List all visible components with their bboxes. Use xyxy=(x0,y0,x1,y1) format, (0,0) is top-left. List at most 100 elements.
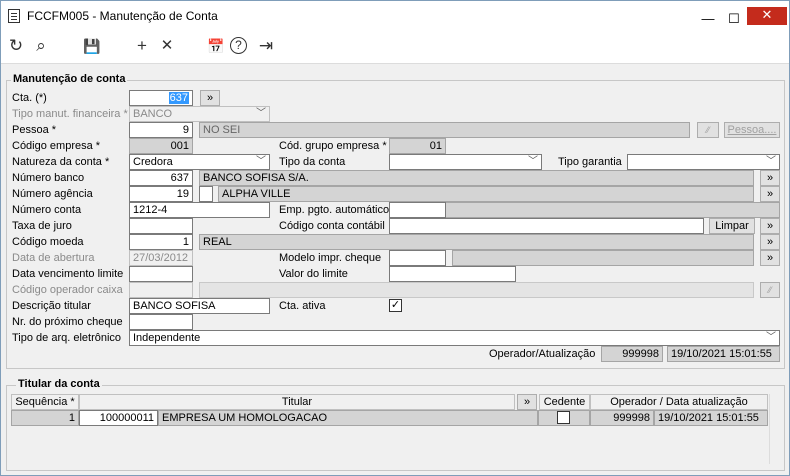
pessoa-button[interactable]: Pessoa.... xyxy=(724,122,780,138)
natureza-value: Credora xyxy=(133,156,173,168)
nr-cheque-input[interactable] xyxy=(129,314,193,330)
cod-operador-label: Código operador caixa xyxy=(12,284,123,296)
chevron-down-icon: ﹀ xyxy=(528,156,538,167)
exit-icon[interactable]: ⇥ xyxy=(255,35,277,57)
tipo-arq-label: Tipo de arq. eletrônico xyxy=(12,332,122,344)
col-titular-header[interactable]: Titular xyxy=(79,394,515,410)
num-agencia-input[interactable]: 19 xyxy=(129,186,193,202)
modelo-cheque-name-field xyxy=(452,250,754,266)
titular-group-title: Titular da conta xyxy=(16,378,102,390)
desc-titular-input[interactable]: BANCO SOFISA xyxy=(129,298,270,314)
num-agencia-name-field: ALPHA VILLE xyxy=(218,186,754,202)
num-agencia-lookup-button[interactable]: » xyxy=(760,186,780,202)
num-agencia-label: Número agência xyxy=(12,188,93,200)
desc-titular-label: Descrição titular xyxy=(12,300,91,312)
refresh-icon[interactable]: ↻ xyxy=(5,35,27,57)
tipo-manut-label: Tipo manut. financeira * xyxy=(12,108,128,120)
window: FCCFM005 - Manutenção de Conta — ☐ ✕ ↻ ⌕… xyxy=(0,0,790,476)
num-conta-label: Número conta xyxy=(12,204,82,216)
cta-input[interactable]: 637 xyxy=(129,90,193,106)
num-banco-input[interactable]: 637 xyxy=(129,170,193,186)
cod-operador-field xyxy=(129,282,193,298)
app-icon xyxy=(8,9,20,23)
col-operador-header[interactable]: Operador / Data atualização xyxy=(590,394,768,410)
pessoa-code-input[interactable]: 9 xyxy=(129,122,193,138)
col-sequencia-header[interactable]: Sequência * xyxy=(11,394,79,410)
num-banco-label: Número banco xyxy=(12,172,85,184)
cod-moeda-name-field: REAL xyxy=(199,234,754,250)
natureza-label: Natureza da conta * xyxy=(12,156,110,168)
modelo-cheque-lookup-button[interactable]: » xyxy=(760,250,780,266)
data-abertura-label: Data de abertura xyxy=(12,252,95,264)
row-cedente-cell xyxy=(538,410,590,426)
maximize-button[interactable]: ☐ xyxy=(719,5,749,34)
emp-pgto-input[interactable] xyxy=(389,202,446,218)
pessoa-label: Pessoa * xyxy=(12,124,57,136)
taxa-juro-input[interactable] xyxy=(129,218,193,234)
limpar-button[interactable]: Limpar xyxy=(709,218,755,234)
operador-field: 999998 xyxy=(601,346,663,362)
chevron-down-icon: ﹀ xyxy=(766,332,776,343)
cod-moeda-label: Código moeda xyxy=(12,236,84,248)
data-abertura-field: 27/03/2012 xyxy=(129,250,193,266)
tipo-manut-select: BANCO ﹀ xyxy=(129,106,270,122)
add-icon[interactable]: + xyxy=(131,35,153,57)
cod-grupo-field: 01 xyxy=(389,138,446,154)
operador-label: Operador/Atualização xyxy=(489,348,596,360)
row-cedente-checkbox[interactable] xyxy=(557,411,570,424)
cta-ativa-checkbox[interactable]: ✓ xyxy=(389,299,402,312)
modelo-cheque-input[interactable] xyxy=(389,250,446,266)
cod-conta-contabil-input[interactable] xyxy=(389,218,704,234)
tipo-conta-select[interactable]: ﹀ xyxy=(389,154,542,170)
save-icon[interactable]: 💾 xyxy=(81,35,103,57)
tipo-arq-value: Independente xyxy=(133,332,201,344)
col-cedente-header[interactable]: Cedente xyxy=(539,394,590,410)
num-conta-input[interactable]: 1212-4 xyxy=(129,202,270,218)
cod-grupo-label: Cód. grupo empresa * xyxy=(279,140,387,152)
emp-pgto-name-field xyxy=(446,202,780,218)
data-venc-label: Data vencimento limite xyxy=(12,268,124,280)
cod-moeda-lookup-button[interactable]: » xyxy=(760,234,780,250)
tipo-arq-select[interactable]: Independente ﹀ xyxy=(129,330,780,346)
nr-cheque-label: Nr. do próximo cheque xyxy=(12,316,123,328)
num-agencia-dv-input[interactable] xyxy=(199,186,213,202)
close-button[interactable]: ✕ xyxy=(747,7,787,25)
cta-value: 637 xyxy=(168,92,189,104)
cta-label: Cta. (*) xyxy=(12,92,47,104)
valor-limite-label: Valor do limite xyxy=(279,268,348,280)
title-bar: FCCFM005 - Manutenção de Conta — ☐ ✕ xyxy=(1,1,789,31)
toolbar: ↻ ⌕ 💾 + ✕ 📅 ? ⇥ xyxy=(1,31,789,63)
cod-moeda-input[interactable]: 1 xyxy=(129,234,193,250)
natureza-select[interactable]: Credora ﹀ xyxy=(129,154,270,170)
cod-empresa-label: Código empresa * xyxy=(12,140,101,152)
titular-scrollbar[interactable] xyxy=(769,394,781,464)
titular-more-button[interactable]: » xyxy=(517,394,537,410)
conta-contabil-lookup-button[interactable]: » xyxy=(760,218,780,234)
help-icon[interactable]: ? xyxy=(230,37,247,54)
manutencao-group-title: Manutenção de conta xyxy=(11,73,128,85)
tipo-garantia-select[interactable]: ﹀ xyxy=(627,154,780,170)
cod-conta-contabil-label: Código conta contábil xyxy=(279,220,385,232)
calendar-icon[interactable]: 📅 xyxy=(205,35,227,57)
cod-operador-icon-button[interactable]: ⁄⁄ xyxy=(760,282,780,298)
emp-pgto-label: Emp. pgto. automático xyxy=(279,204,390,216)
cta-lookup-button[interactable]: » xyxy=(200,90,220,106)
num-banco-lookup-button[interactable]: » xyxy=(760,170,780,186)
num-banco-name-field: BANCO SOFISA S/A. xyxy=(199,170,754,186)
tipo-manut-value: BANCO xyxy=(133,108,173,120)
row-sequencia: 1 xyxy=(11,410,79,426)
operador-date-field: 19/10/2021 15:01:55 xyxy=(667,346,780,362)
cancel-icon[interactable]: ✕ xyxy=(156,35,178,57)
row-nome: EMPRESA UM HOMOLOGACAO xyxy=(158,410,538,426)
data-venc-input[interactable] xyxy=(129,266,193,282)
row-codigo[interactable]: 100000011 xyxy=(79,410,158,426)
valor-limite-input[interactable] xyxy=(389,266,516,282)
taxa-juro-label: Taxa de juro xyxy=(12,220,72,232)
cta-ativa-label: Cta. ativa xyxy=(279,300,326,312)
pessoa-icon-button[interactable]: ⁄⁄ xyxy=(697,122,719,138)
search-icon[interactable]: ⌕ xyxy=(30,35,52,57)
modelo-cheque-label: Modelo impr. cheque xyxy=(279,252,382,264)
toolbar-separator xyxy=(1,63,789,64)
pessoa-name-field: NO SEI xyxy=(199,122,690,138)
chevron-down-icon: ﹀ xyxy=(256,156,266,167)
